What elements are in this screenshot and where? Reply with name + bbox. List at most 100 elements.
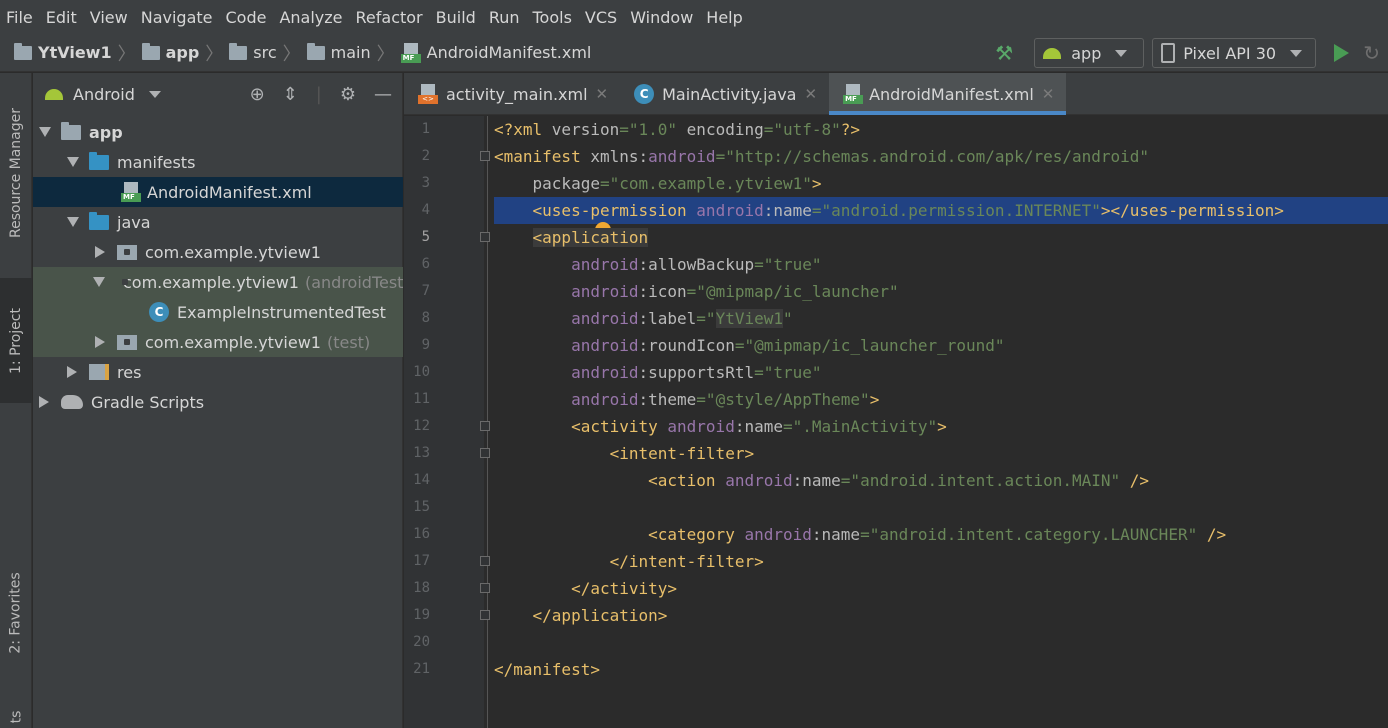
code-line-3: package="com.example.ytview1">	[532, 174, 822, 193]
code-line-18: </activity>	[571, 579, 678, 598]
line-number: 5	[421, 229, 430, 245]
minimize-icon[interactable]: —	[374, 84, 392, 105]
menu-run[interactable]: Run	[489, 8, 520, 27]
menu-code[interactable]: Code	[226, 8, 267, 27]
tree-node-gradle[interactable]: Gradle Scripts	[33, 387, 403, 417]
chevron-right-icon[interactable]	[67, 366, 77, 378]
menu-vcs[interactable]: VCS	[585, 8, 617, 27]
code-line-14: <action android:name="android.intent.act…	[648, 471, 1150, 490]
run-config-selector[interactable]: app	[1034, 38, 1145, 68]
tree-node-manifest-file[interactable]: MF AndroidManifest.xml	[33, 177, 403, 207]
build-variants-tab[interactable]: ts	[0, 705, 32, 728]
locate-icon[interactable]: ⊕	[250, 84, 265, 105]
chevron-right-icon[interactable]	[95, 246, 105, 258]
resource-manager-tab[interactable]: Resource Manager	[0, 88, 32, 258]
menu-build[interactable]: Build	[436, 8, 476, 27]
run-icon[interactable]	[1334, 44, 1350, 62]
tree-label-java: java	[117, 212, 151, 232]
menu-window[interactable]: Window	[630, 8, 693, 27]
breadcrumb-project[interactable]: YtView1	[38, 43, 112, 62]
chevron-right-icon[interactable]	[39, 396, 49, 408]
line-number: 16	[413, 526, 430, 542]
run-config-label: app	[1071, 43, 1102, 63]
tree-node-java[interactable]: java	[33, 207, 403, 237]
tree-node-package-test[interactable]: com.example.ytview1 (test)	[33, 327, 403, 357]
tree-label-package: com.example.ytview1	[145, 332, 321, 352]
breadcrumb-src[interactable]: src	[253, 43, 276, 62]
line-number: 4	[421, 202, 430, 218]
menu-analyze[interactable]: Analyze	[279, 8, 342, 27]
tree-node-package-main[interactable]: com.example.ytview1	[33, 237, 403, 267]
code-line-16: <category android:name="android.intent.c…	[648, 525, 1227, 544]
menu-file[interactable]: File	[6, 8, 33, 27]
xml-layout-icon: <>	[418, 84, 438, 104]
hammer-icon[interactable]: ⚒	[992, 41, 1016, 65]
project-panel-tools: ⊕ ⇕ | ⚙ —	[250, 73, 392, 115]
chevron-down-icon[interactable]	[39, 127, 51, 137]
module-folder-icon	[61, 121, 81, 140]
chevron-down-icon[interactable]	[93, 277, 105, 287]
tab-label: MainActivity.java	[662, 84, 797, 104]
gear-icon[interactable]: ⚙	[340, 84, 356, 105]
tree-node-package-android-test[interactable]: com.example.ytview1 (androidTest)	[33, 267, 403, 297]
close-icon[interactable]: ✕	[804, 85, 817, 103]
chevron-down-icon[interactable]	[67, 217, 79, 227]
fold-marker-icon[interactable]	[480, 583, 490, 593]
menu-refactor[interactable]: Refactor	[356, 8, 423, 27]
tab-main-activity[interactable]: C MainActivity.java ✕	[620, 73, 829, 115]
menu-view[interactable]: View	[90, 8, 128, 27]
menu-navigate[interactable]: Navigate	[141, 8, 213, 27]
code-editor[interactable]: 1 2 3 4 5 6 7 8 9 10 11 12 13 14 15 16 1…	[404, 116, 1388, 728]
apply-changes-icon[interactable]: ↻	[1363, 41, 1380, 65]
breadcrumb-file[interactable]: AndroidManifest.xml	[427, 43, 592, 62]
tree-node-manifests[interactable]: manifests	[33, 147, 403, 177]
tab-android-manifest[interactable]: MF AndroidManifest.xml ✕	[829, 73, 1067, 115]
line-number: 15	[413, 499, 430, 515]
line-number: 9	[421, 337, 430, 353]
collapse-all-icon[interactable]: ⇕	[283, 84, 298, 105]
module-folder-icon	[141, 42, 160, 60]
tab-label: AndroidManifest.xml	[869, 84, 1034, 104]
chevron-down-icon	[1115, 49, 1128, 57]
chevron-right-icon[interactable]	[95, 336, 105, 348]
menu-help[interactable]: Help	[706, 8, 742, 27]
project-panel-header: Android ⊕ ⇕ | ⚙ —	[33, 73, 402, 115]
chevron-down-icon[interactable]	[67, 157, 79, 167]
close-icon[interactable]: ✕	[596, 85, 609, 103]
divider: |	[315, 83, 322, 105]
menu-edit[interactable]: Edit	[46, 8, 77, 27]
view-mode-label[interactable]: Android	[73, 85, 135, 104]
code-line-11: android:theme="@style/AppTheme">	[571, 390, 880, 409]
tree-node-test-class[interactable]: C ExampleInstrumentedTest	[33, 297, 403, 327]
tree-node-app[interactable]: app	[33, 117, 403, 147]
bottom-tab-label: ts	[7, 710, 24, 723]
line-number: 13	[413, 445, 430, 461]
tree-node-res[interactable]: res	[33, 357, 403, 387]
line-number: 17	[413, 553, 430, 569]
fold-marker-icon[interactable]	[480, 151, 490, 161]
menu-tools[interactable]: Tools	[533, 8, 572, 27]
fold-marker-icon[interactable]	[480, 556, 490, 566]
fold-marker-icon[interactable]	[480, 610, 490, 620]
chevron-down-icon	[1290, 49, 1303, 57]
device-selector[interactable]: Pixel API 30	[1152, 38, 1317, 68]
manifest-file-icon: MF	[400, 42, 421, 63]
tool-window-stripe: Resource Manager 1: Project 2: Favorites…	[0, 73, 32, 728]
project-tab[interactable]: 1: Project	[0, 278, 32, 403]
line-number: 2	[421, 148, 430, 164]
chevron-down-icon[interactable]	[148, 90, 161, 98]
breadcrumb-main[interactable]: main	[331, 43, 371, 62]
fold-marker-icon[interactable]	[480, 421, 490, 431]
breadcrumb-module[interactable]: app	[166, 43, 200, 62]
fold-marker-icon[interactable]	[480, 448, 490, 458]
line-number: 19	[413, 607, 430, 623]
fold-marker-icon[interactable]	[480, 232, 490, 242]
resource-manager-label: Resource Manager	[8, 107, 24, 239]
folder-icon	[229, 42, 248, 60]
close-icon[interactable]: ✕	[1042, 85, 1055, 103]
tree-label-suffix: (test)	[326, 332, 371, 352]
tab-activity-main[interactable]: <> activity_main.xml ✕	[404, 73, 620, 115]
chevron-right-icon: 〉	[117, 43, 136, 65]
favorites-tab[interactable]: 2: Favorites	[0, 553, 32, 673]
breadcrumb: YtView1 〉 app 〉 src 〉 main 〉 MF AndroidM…	[14, 40, 591, 66]
